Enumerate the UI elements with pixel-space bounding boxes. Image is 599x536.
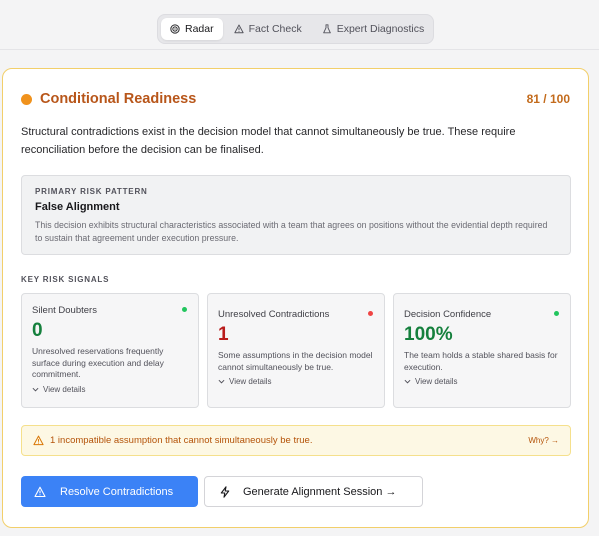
- signal-card-decision-confidence: Decision Confidence 100% The team holds …: [393, 293, 571, 408]
- chevron-down-icon: [404, 379, 411, 384]
- chevron-down-icon: [218, 379, 225, 384]
- flask-icon: [322, 24, 331, 34]
- radar-icon: [170, 24, 180, 34]
- signal-value: 0: [32, 320, 43, 341]
- warning-icon: [34, 486, 46, 497]
- incompatible-assumption-alert: 1 incompatible assumption that cannot si…: [21, 425, 571, 456]
- generate-alignment-session-button[interactable]: Generate Alignment Session →: [204, 476, 423, 507]
- lightning-icon: [220, 485, 230, 498]
- tab-expert-diagnostics-label: Expert Diagnostics: [336, 23, 425, 35]
- chevron-down-icon: [32, 387, 39, 391]
- readiness-score: 81 / 100: [526, 92, 570, 106]
- tab-expert-diagnostics[interactable]: Expert Diagnostics: [313, 18, 434, 40]
- resolve-contradictions-label: Resolve Contradictions: [60, 485, 174, 498]
- view-details-link[interactable]: View details: [404, 377, 560, 386]
- warning-icon: [233, 24, 244, 34]
- view-details-label: View details: [43, 384, 86, 394]
- signal-name: Unresolved Contradictions: [218, 309, 330, 320]
- view-details-link[interactable]: View details: [32, 385, 188, 394]
- readiness-description: Structural contradictions exist in the d…: [21, 126, 516, 156]
- tab-fact-check-label: Fact Check: [248, 23, 302, 35]
- signal-description: Unresolved reservations frequently surfa…: [32, 346, 164, 379]
- why-link[interactable]: Why? →: [528, 436, 559, 445]
- tab-fact-check[interactable]: Fact Check: [225, 18, 311, 40]
- tab-radar-label: Radar: [185, 23, 214, 35]
- view-details-label: View details: [415, 377, 458, 386]
- primary-risk-pattern: PRIMARY RISK PATTERN False Alignment Thi…: [21, 175, 571, 255]
- signal-status-dot: [182, 307, 187, 312]
- signal-card-unresolved-contradictions: Unresolved Contradictions 1 Some assumpt…: [207, 293, 385, 408]
- readiness-header: Conditional Readiness 81 / 100: [21, 89, 570, 109]
- view-details-link[interactable]: View details: [218, 377, 374, 386]
- tab-radar[interactable]: Radar: [161, 18, 223, 40]
- resolve-contradictions-button[interactable]: Resolve Contradictions: [21, 476, 198, 507]
- signal-value: 1: [218, 324, 229, 345]
- signal-name: Silent Doubters: [32, 305, 97, 316]
- signal-status-dot: [554, 311, 559, 316]
- alert-text: 1 incompatible assumption that cannot si…: [50, 435, 313, 446]
- top-bar: Radar Fact Check Expert Diagnostics: [0, 0, 599, 50]
- risk-pattern-label: PRIMARY RISK PATTERN: [35, 187, 148, 196]
- signal-description: The team holds a stable shared basis for…: [404, 350, 558, 372]
- signal-description: Some assumptions in the decision model c…: [218, 350, 373, 372]
- view-details-label: View details: [229, 377, 272, 386]
- signal-status-dot: [368, 311, 373, 316]
- generate-alignment-session-label: Generate Alignment Session →: [243, 485, 397, 498]
- signal-name: Decision Confidence: [404, 309, 492, 320]
- readiness-card: Conditional Readiness 81 / 100 Structura…: [2, 68, 589, 528]
- signal-card-silent-doubters: Silent Doubters 0 Unresolved reservation…: [21, 293, 199, 408]
- status-dot: [21, 93, 32, 105]
- warning-icon: [33, 435, 44, 446]
- key-risk-signals-label: KEY RISK SIGNALS: [21, 275, 110, 284]
- risk-pattern-title: False Alignment: [35, 201, 120, 213]
- risk-pattern-description: This decision exhibits structural charac…: [35, 220, 548, 243]
- view-tabs: Radar Fact Check Expert Diagnostics: [157, 14, 434, 44]
- signal-value: 100%: [404, 324, 453, 345]
- readiness-title: Conditional Readiness: [40, 91, 197, 107]
